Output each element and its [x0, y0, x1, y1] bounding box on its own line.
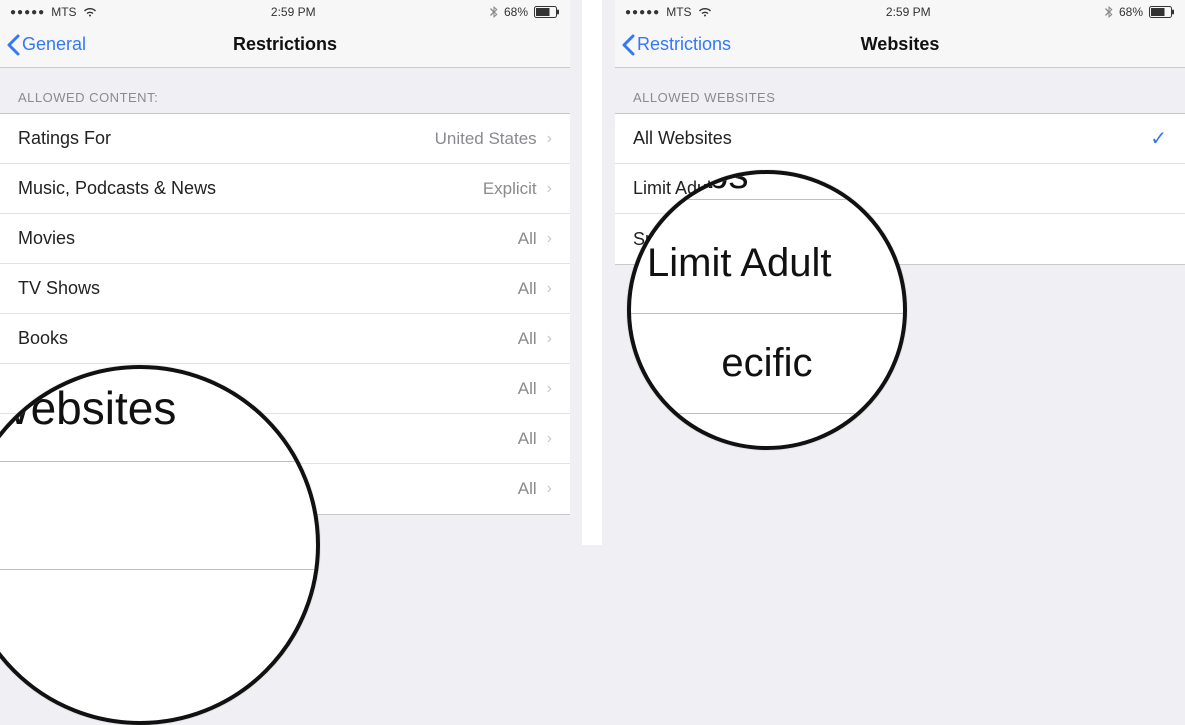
chevron-left-icon	[621, 34, 635, 56]
row-label: TV Shows	[18, 278, 100, 299]
page-title: Websites	[861, 34, 940, 55]
chevron-right-icon: ›	[547, 180, 552, 198]
row-movies[interactable]: Movies All ›	[0, 214, 570, 264]
row-value: Explicit	[483, 179, 537, 199]
chevron-right-icon: ›	[547, 130, 552, 148]
carrier-label: MTS	[51, 5, 76, 19]
screenshot-divider	[582, 0, 602, 545]
chevron-right-icon: ›	[547, 480, 552, 498]
back-button[interactable]: Restrictions	[621, 22, 731, 67]
status-time: 2:59 PM	[886, 5, 931, 19]
chevron-right-icon: ›	[547, 380, 552, 398]
row-tv-shows[interactable]: TV Shows All ›	[0, 264, 570, 314]
row-value: All	[518, 479, 537, 499]
battery-icon	[534, 6, 560, 18]
section-header: ALLOWED CONTENT:	[0, 68, 570, 113]
row-label: Books	[18, 328, 68, 349]
back-button[interactable]: General	[6, 22, 86, 67]
page-title: Restrictions	[233, 34, 337, 55]
battery-percent: 68%	[1119, 5, 1143, 19]
chevron-right-icon: ›	[547, 230, 552, 248]
magnified-row: ecific	[631, 314, 903, 414]
row-value: All	[518, 229, 537, 249]
row-label: Ratings For	[18, 128, 111, 149]
row-label: All Websites	[633, 128, 732, 149]
nav-bar: General Restrictions	[0, 22, 570, 68]
status-time: 2:59 PM	[271, 5, 316, 19]
section-header: ALLOWED WEBSITES	[615, 68, 1185, 113]
row-books[interactable]: Books All ›	[0, 314, 570, 364]
bluetooth-icon	[490, 6, 498, 18]
carrier-label: MTS	[666, 5, 691, 19]
battery-icon	[1149, 6, 1175, 18]
row-all-websites[interactable]: All Websites ✓	[615, 114, 1185, 164]
chevron-left-icon	[6, 34, 20, 56]
wifi-icon	[698, 7, 712, 17]
row-value: All	[518, 329, 537, 349]
signal-dots-icon: ●●●●●	[10, 7, 45, 18]
signal-dots-icon: ●●●●●	[625, 7, 660, 18]
magnifier-lens: Websites	[0, 365, 320, 725]
chevron-right-icon: ›	[547, 330, 552, 348]
row-value: United States	[435, 129, 537, 149]
nav-bar: Restrictions Websites	[615, 22, 1185, 68]
row-value: All	[518, 429, 537, 449]
row-ratings-for[interactable]: Ratings For United States ›	[0, 114, 570, 164]
status-bar: ●●●●● MTS 2:59 PM 68%	[615, 0, 1185, 22]
chevron-right-icon: ›	[547, 430, 552, 448]
row-value: All	[518, 279, 537, 299]
checkmark-icon: ✓	[1150, 126, 1167, 151]
chevron-right-icon: ›	[547, 280, 552, 298]
back-label: General	[22, 34, 86, 55]
row-music-podcasts-news[interactable]: Music, Podcasts & News Explicit ›	[0, 164, 570, 214]
back-label: Restrictions	[637, 34, 731, 55]
magnified-row-limit-adult: Limit Adult	[631, 214, 903, 314]
row-label: Movies	[18, 228, 75, 249]
magnified-row-websites: Websites	[0, 365, 316, 462]
row-label: Music, Podcasts & News	[18, 178, 216, 199]
magnified-row	[0, 462, 316, 570]
row-value: All	[518, 379, 537, 399]
magnifier-lens: Webs Limit Adult ecific	[627, 170, 907, 450]
battery-percent: 68%	[504, 5, 528, 19]
status-bar: ●●●●● MTS 2:59 PM 68%	[0, 0, 570, 22]
wifi-icon	[83, 7, 97, 17]
magnified-row: Webs	[631, 170, 903, 200]
bluetooth-icon	[1105, 6, 1113, 18]
